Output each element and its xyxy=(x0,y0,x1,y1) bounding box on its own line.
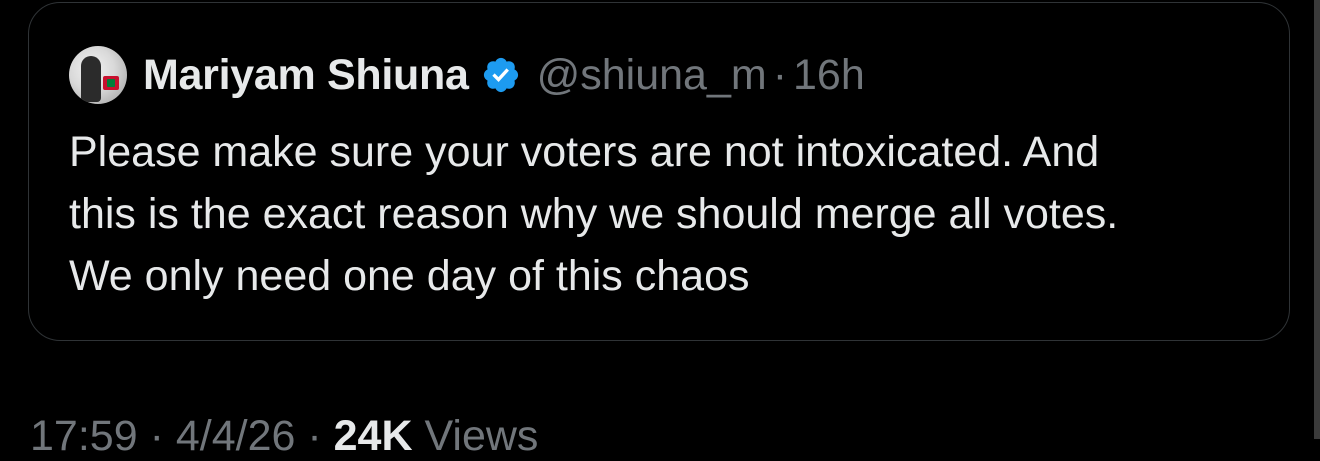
meta-separator: · xyxy=(149,412,164,460)
post-time[interactable]: 17:59 xyxy=(30,412,138,460)
author-handle[interactable]: @shiuna_m xyxy=(537,51,767,100)
post-date[interactable]: 4/4/26 xyxy=(176,412,296,460)
tweet-text-line: Please make sure your voters are not int… xyxy=(69,128,1100,176)
views-label: Views xyxy=(424,412,539,460)
tweet-timestamp[interactable]: 16h xyxy=(793,51,865,100)
meta-separator: · xyxy=(307,412,322,460)
verified-badge-icon xyxy=(483,57,518,93)
avatar-flag xyxy=(103,76,119,90)
quoted-tweet-header: Mariyam Shiuna @shiuna_m · 16h xyxy=(69,43,865,107)
scrollbar[interactable] xyxy=(1314,0,1320,439)
tweet-text-line: this is the exact reason why we should m… xyxy=(69,190,1119,238)
author-avatar[interactable] xyxy=(69,46,127,104)
author-name[interactable]: Mariyam Shiuna xyxy=(143,51,469,100)
header-separator: · xyxy=(772,50,788,99)
avatar-figure xyxy=(81,56,101,102)
tweet-text-line: We only need one day of this chaos xyxy=(69,252,750,300)
quoted-tweet-text: Please make sure your voters are not int… xyxy=(69,121,1269,307)
scrollbar-gap xyxy=(1306,0,1314,439)
quoted-tweet-card[interactable]: Mariyam Shiuna @shiuna_m · 16h Please ma… xyxy=(28,2,1290,341)
views-count: 24K xyxy=(333,412,413,460)
tweet-meta-footer: 17:59 · 4/4/26 · 24K Views xyxy=(30,412,538,461)
